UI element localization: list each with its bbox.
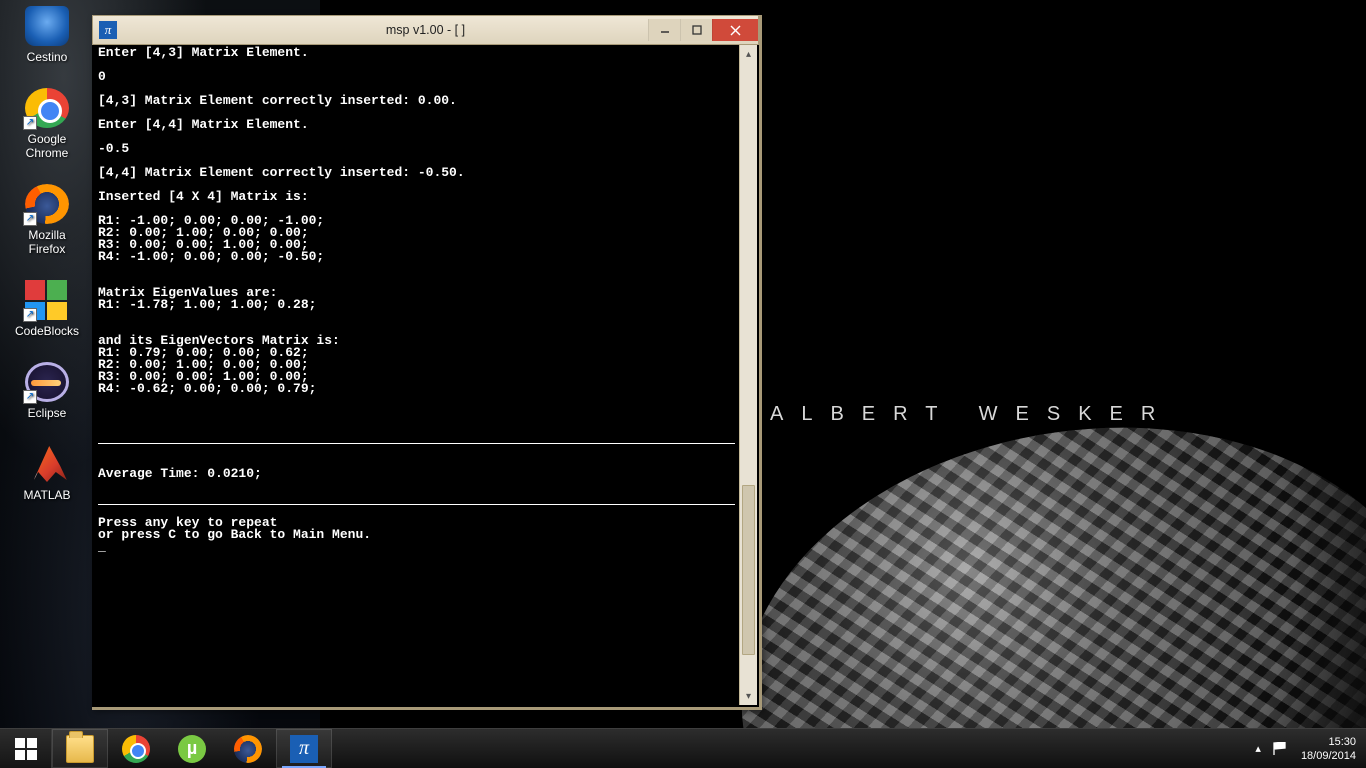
terminal-line: Enter [4,4] Matrix Element.	[98, 119, 735, 131]
taskbar-button-firefox[interactable]	[220, 729, 276, 768]
terminal-line	[98, 59, 735, 71]
scroll-up-arrow-icon[interactable]: ▴	[740, 45, 757, 63]
desktop-icon-label: CodeBlocks	[10, 324, 84, 338]
window-control-buttons	[648, 19, 758, 41]
tray-time: 15:30	[1301, 735, 1356, 749]
desktop-icon-label: Cestino	[10, 50, 84, 64]
chrome-icon	[122, 735, 150, 763]
window-client-area: Enter [4,3] Matrix Element. 0 [4,3] Matr…	[94, 45, 757, 705]
desktop-icon-matlab[interactable]: ↗ MATLAB	[10, 444, 84, 502]
close-button[interactable]	[712, 19, 758, 41]
tray-clock[interactable]: 15:30 18/09/2014	[1301, 735, 1356, 763]
recycle-bin-icon	[25, 6, 69, 46]
shortcut-arrow-icon: ↗	[23, 390, 37, 404]
taskbar-button-msp[interactable]: π	[276, 729, 332, 768]
terminal-line: Average Time: 0.0210;	[98, 468, 735, 480]
minimize-icon	[660, 25, 670, 35]
firefox-icon: ↗	[25, 184, 69, 224]
matlab-icon: ↗	[25, 444, 69, 484]
terminal-line: -0.5	[98, 143, 735, 155]
terminal-line: Enter [4,3] Matrix Element.	[98, 47, 735, 59]
desktop-icon-eclipse[interactable]: ↗ Eclipse	[10, 362, 84, 420]
taskbar-button-explorer[interactable]	[52, 729, 108, 768]
desktop-icon-recycle-bin[interactable]: Cestino	[10, 6, 84, 64]
taskbar: µ π ▴ 15:30 18/09/2014	[0, 728, 1366, 768]
terminal-line	[98, 444, 735, 456]
app-pi-icon: π	[290, 735, 318, 763]
shortcut-arrow-icon: ↗	[23, 308, 37, 322]
chrome-icon: ↗	[25, 88, 69, 128]
maximize-icon	[692, 25, 702, 35]
terminal-line	[98, 480, 735, 492]
firefox-icon	[234, 735, 262, 763]
desktop-icons-column: Cestino ↗ Google Chrome ↗ Mozilla Firefo…	[10, 6, 88, 526]
terminal-line	[98, 419, 735, 431]
terminal-line: R4: -0.62; 0.00; 0.00; 0.79;	[98, 383, 735, 395]
file-explorer-icon	[66, 735, 94, 763]
scrollbar-thumb[interactable]	[742, 485, 755, 655]
taskbar-button-chrome[interactable]	[108, 729, 164, 768]
codeblocks-icon: ↗	[25, 280, 69, 320]
desktop-icon-codeblocks[interactable]: ↗ CodeBlocks	[10, 280, 84, 338]
terminal-line: R4: -1.00; 0.00; 0.00; -0.50;	[98, 251, 735, 263]
system-tray: ▴ 15:30 18/09/2014	[1255, 729, 1366, 768]
terminal-line: 0	[98, 71, 735, 83]
minimize-button[interactable]	[648, 19, 680, 41]
terminal-line	[98, 131, 735, 143]
terminal-line	[98, 431, 735, 443]
utorrent-icon: µ	[178, 735, 206, 763]
desktop-icon-label: Mozilla Firefox	[10, 228, 84, 256]
app-window: π msp v1.00 - [ ] Enter [4,3] Matrix Ele…	[92, 15, 762, 710]
terminal-output[interactable]: Enter [4,3] Matrix Element. 0 [4,3] Matr…	[94, 45, 739, 705]
window-titlebar[interactable]: π msp v1.00 - [ ]	[92, 15, 759, 45]
terminal-line	[98, 311, 735, 323]
scroll-down-arrow-icon[interactable]: ▾	[740, 687, 757, 705]
terminal-line	[98, 407, 735, 419]
close-icon	[730, 25, 741, 36]
wallpaper-text: ALBERT WESKER	[770, 403, 1173, 426]
maximize-button[interactable]	[680, 19, 712, 41]
terminal-line: or press C to go Back to Main Menu.	[98, 529, 735, 541]
desktop-icon-label: Eclipse	[10, 406, 84, 420]
tray-date: 18/09/2014	[1301, 749, 1356, 763]
desktop-icon-label: Google Chrome	[10, 132, 84, 160]
start-button[interactable]	[0, 729, 52, 768]
wallpaper-globe	[709, 384, 1366, 768]
terminal-line	[98, 492, 735, 504]
terminal-line: [4,4] Matrix Element correctly inserted:…	[98, 167, 735, 179]
terminal-line: Inserted [4 X 4] Matrix is:	[98, 191, 735, 203]
desktop-icon-label: MATLAB	[10, 488, 84, 502]
terminal-line: R1: -1.78; 1.00; 1.00; 0.28;	[98, 299, 735, 311]
windows-logo-icon	[15, 738, 37, 760]
eclipse-icon: ↗	[25, 362, 69, 402]
terminal-line	[98, 395, 735, 407]
desktop-icon-chrome[interactable]: ↗ Google Chrome	[10, 88, 84, 160]
vertical-scrollbar[interactable]: ▴ ▾	[739, 45, 757, 705]
shortcut-arrow-icon: ↗	[23, 116, 37, 130]
terminal-line: [4,3] Matrix Element correctly inserted:…	[98, 95, 735, 107]
terminal-line	[98, 263, 735, 275]
taskbar-button-utorrent[interactable]: µ	[164, 729, 220, 768]
tray-overflow-button[interactable]: ▴	[1255, 742, 1261, 755]
shortcut-arrow-icon: ↗	[23, 212, 37, 226]
app-pi-icon: π	[99, 21, 117, 39]
desktop-icon-firefox[interactable]: ↗ Mozilla Firefox	[10, 184, 84, 256]
terminal-line: _	[98, 541, 735, 553]
shortcut-arrow-icon: ↗	[23, 472, 37, 486]
action-center-icon[interactable]	[1273, 742, 1289, 756]
